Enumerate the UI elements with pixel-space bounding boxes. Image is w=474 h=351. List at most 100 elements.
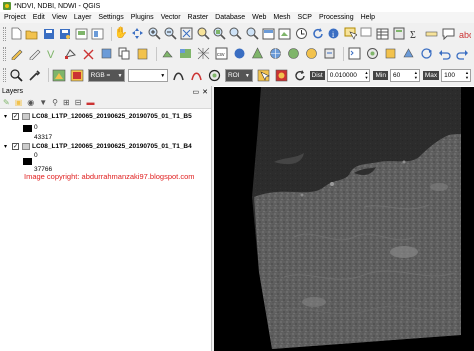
open-project-icon[interactable] bbox=[25, 26, 39, 41]
menu-database[interactable]: Database bbox=[215, 14, 245, 21]
processing-toolbox-icon[interactable] bbox=[365, 46, 380, 61]
add-group-icon[interactable]: ▣ bbox=[15, 98, 23, 107]
add-virtual-icon[interactable] bbox=[322, 46, 337, 61]
menu-mesh[interactable]: Mesh bbox=[273, 14, 290, 21]
spin-arrows-icon[interactable]: ▲ ▼ bbox=[465, 70, 469, 80]
spin-arrows-icon[interactable]: ▲ ▼ bbox=[414, 70, 418, 80]
label-icon[interactable]: abc bbox=[458, 26, 471, 41]
statistics-icon[interactable]: Σ bbox=[409, 26, 422, 41]
roi-pointer-icon[interactable] bbox=[256, 68, 271, 83]
tools-icon[interactable] bbox=[27, 68, 42, 83]
menu-scp[interactable]: SCP bbox=[298, 14, 312, 21]
identify-icon[interactable]: i bbox=[327, 26, 340, 41]
menu-view[interactable]: View bbox=[52, 14, 67, 21]
menu-settings[interactable]: Settings bbox=[98, 14, 123, 21]
save-edits-icon[interactable]: V bbox=[45, 46, 60, 61]
add-wcs-icon[interactable] bbox=[286, 46, 301, 61]
map-canvas[interactable] bbox=[214, 86, 474, 351]
layer-item[interactable]: ▾ ✓ LC08_L1TP_120065_20190625_20190705_0… bbox=[4, 143, 192, 150]
collapse-arrow-icon[interactable]: ▾ bbox=[4, 113, 10, 120]
annotation-icon[interactable] bbox=[441, 26, 455, 41]
menu-vector[interactable]: Vector bbox=[161, 14, 181, 21]
add-vector-icon[interactable] bbox=[160, 46, 175, 61]
collapse-arrow-icon[interactable]: ▾ bbox=[4, 143, 10, 150]
add-postgis-icon[interactable] bbox=[232, 46, 247, 61]
layer-visibility-checkbox[interactable]: ✓ bbox=[12, 113, 19, 120]
menu-edit[interactable]: Edit bbox=[33, 14, 45, 21]
visibility-icon[interactable]: ◉ bbox=[27, 98, 34, 107]
zoom-last-icon[interactable] bbox=[229, 26, 242, 41]
refresh-icon[interactable] bbox=[311, 26, 324, 41]
copy-icon[interactable] bbox=[117, 46, 132, 61]
menu-plugins[interactable]: Plugins bbox=[131, 14, 154, 21]
close-panel-icon[interactable]: ✕ bbox=[202, 88, 208, 96]
undo-icon[interactable] bbox=[437, 46, 452, 61]
redo-roi-icon[interactable] bbox=[274, 68, 289, 83]
pan-icon[interactable]: ✋ bbox=[114, 26, 128, 41]
roi-combo[interactable]: ROI ▼ bbox=[224, 68, 253, 82]
stretch-stddev-icon[interactable] bbox=[189, 68, 204, 83]
menu-processing[interactable]: Processing bbox=[319, 14, 354, 21]
redo-icon[interactable] bbox=[455, 46, 470, 61]
rgb-combo[interactable]: RGB = ▼ bbox=[87, 68, 126, 82]
current-edits-icon[interactable] bbox=[419, 46, 434, 61]
new-project-icon[interactable] bbox=[9, 26, 22, 41]
rgb-image-icon[interactable] bbox=[52, 68, 67, 83]
spin-arrows-icon[interactable]: ▲ ▼ bbox=[365, 70, 369, 80]
dist-spinbox[interactable]: 0.010000 ▲ ▼ bbox=[326, 68, 371, 82]
zoom-in-icon[interactable] bbox=[147, 26, 161, 41]
add-wms-icon[interactable] bbox=[268, 46, 283, 61]
layer-style-icon[interactable]: ✎ bbox=[3, 98, 10, 107]
toolbar-grip[interactable] bbox=[3, 46, 6, 61]
pan-to-selection-icon[interactable] bbox=[131, 26, 144, 41]
attribute-table-icon[interactable] bbox=[376, 26, 389, 41]
select-icon[interactable] bbox=[343, 26, 357, 41]
save-as-icon[interactable] bbox=[59, 26, 72, 41]
float-panel-icon[interactable]: ▭ bbox=[193, 88, 200, 96]
zoom-full-icon[interactable] bbox=[180, 26, 193, 41]
rgb-value-combo[interactable]: ▼ bbox=[128, 68, 169, 82]
zoom-to-selection-icon[interactable] bbox=[196, 26, 210, 41]
create-roi-icon[interactable] bbox=[207, 68, 222, 83]
band-set-icon[interactable] bbox=[70, 68, 85, 83]
add-arcgis-icon[interactable] bbox=[401, 46, 416, 61]
toggle-editing-icon[interactable] bbox=[27, 46, 42, 61]
add-spatialite-icon[interactable] bbox=[250, 46, 265, 61]
auto-refresh-roi-icon[interactable] bbox=[292, 68, 307, 83]
menu-help[interactable]: Help bbox=[361, 14, 375, 21]
filter-icon[interactable]: ▼ bbox=[39, 98, 47, 107]
menu-raster[interactable]: Raster bbox=[188, 14, 209, 21]
delete-icon[interactable] bbox=[81, 46, 96, 61]
layer-visibility-checkbox[interactable]: ✓ bbox=[12, 143, 19, 150]
zoom-to-layer-icon[interactable] bbox=[213, 26, 226, 41]
new-map-view-icon[interactable] bbox=[262, 26, 275, 41]
layer-item[interactable]: ▾ ✓ LC08_L1TP_120065_20190625_20190705_0… bbox=[4, 113, 192, 120]
zoom-out-icon[interactable] bbox=[164, 26, 177, 41]
deselect-icon[interactable] bbox=[360, 26, 373, 41]
add-raster-icon[interactable] bbox=[178, 46, 193, 61]
layout-manager-icon[interactable] bbox=[91, 26, 104, 41]
menu-web[interactable]: Web bbox=[252, 14, 266, 21]
filter-legend-icon[interactable]: ⚲ bbox=[52, 98, 58, 107]
zoom-next-icon[interactable] bbox=[245, 26, 259, 41]
expand-all-icon[interactable]: ⊞ bbox=[63, 98, 70, 107]
measure-icon[interactable] bbox=[425, 26, 438, 41]
field-calculator-icon[interactable] bbox=[392, 26, 405, 41]
cut-icon[interactable] bbox=[99, 46, 114, 61]
new-geopackage-icon[interactable] bbox=[383, 46, 398, 61]
temporal-controller-icon[interactable] bbox=[294, 26, 307, 41]
python-console-icon[interactable] bbox=[347, 46, 362, 61]
add-mesh-icon[interactable] bbox=[196, 46, 211, 61]
toolbar-grip[interactable] bbox=[3, 26, 6, 41]
toolbar-grip[interactable] bbox=[3, 68, 6, 82]
digitize-icon[interactable] bbox=[9, 46, 24, 61]
zoom-roi-icon[interactable] bbox=[9, 68, 24, 83]
min-spinbox[interactable]: 60 ▲ ▼ bbox=[389, 68, 420, 82]
collapse-all-icon[interactable]: ⊟ bbox=[75, 98, 82, 107]
paste-icon[interactable] bbox=[135, 46, 150, 61]
max-spinbox[interactable]: 100 ▲ ▼ bbox=[441, 68, 471, 82]
save-project-icon[interactable] bbox=[42, 26, 55, 41]
new-3d-view-icon[interactable] bbox=[278, 26, 291, 41]
add-csv-icon[interactable]: csv bbox=[214, 46, 229, 61]
menu-project[interactable]: Project bbox=[4, 14, 26, 21]
